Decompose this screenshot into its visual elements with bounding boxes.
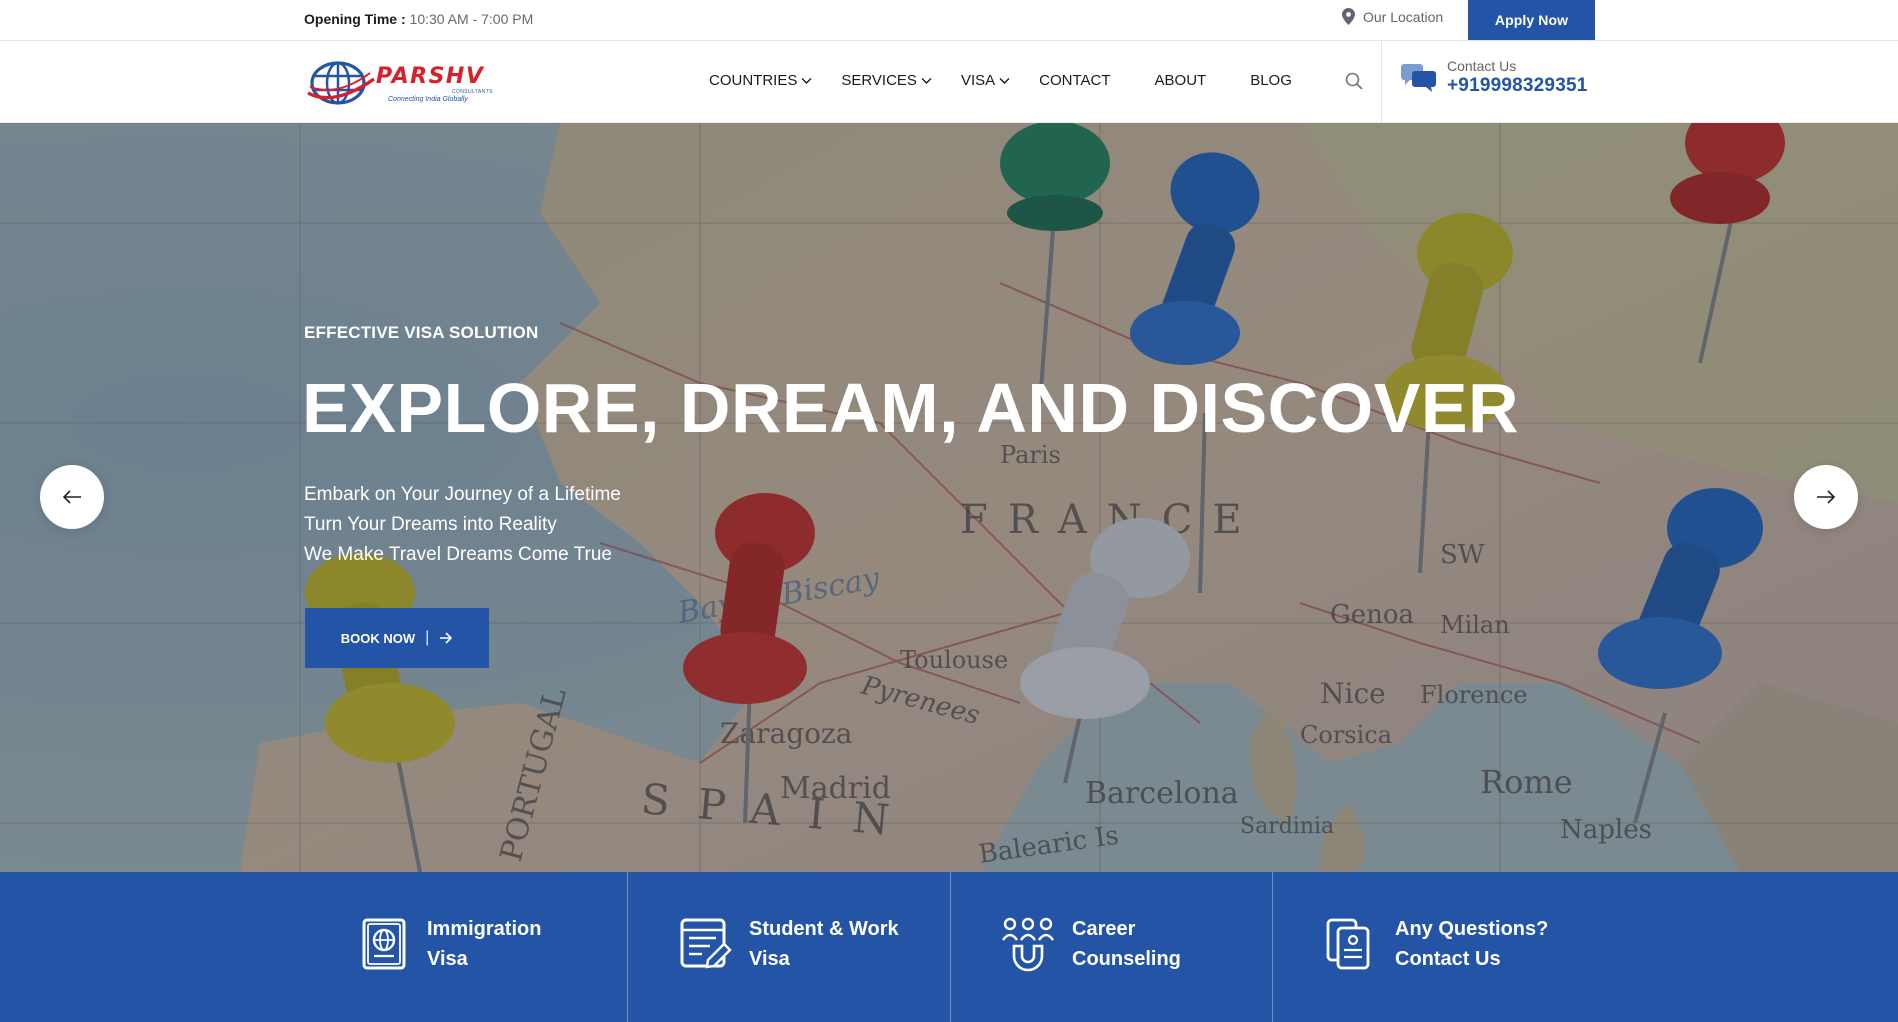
globe-logo-icon [307, 61, 375, 105]
feature-career-counseling[interactable]: Career Counseling [998, 872, 1268, 1022]
passport-icon [362, 918, 406, 970]
map-pin-icon [1342, 8, 1355, 25]
logo[interactable]: PARSHV CONSULTANTS Connecting India Glob… [304, 59, 500, 107]
nav-item-label: VISA [960, 72, 996, 89]
feature-title: Career Counseling [1072, 914, 1181, 974]
book-now-label: BOOK NOW [340, 630, 416, 646]
book-now-button[interactable]: BOOK NOW | [305, 608, 489, 668]
feature-line1: Career [1072, 918, 1136, 940]
feature-line1: Student & Work [749, 918, 899, 940]
career-group-icon [1002, 917, 1054, 972]
header-divider [1381, 41, 1382, 123]
nav-item-label: CONTACT [1039, 72, 1111, 89]
opening-time-label: Opening Time : [304, 11, 406, 27]
top-bar: Opening Time : 10:30 AM - 7:00 PM Our Lo… [0, 0, 1898, 41]
nav-item-blog[interactable]: BLOG [1250, 72, 1292, 89]
chevron-down-icon [999, 78, 1010, 84]
feature-line2: Counseling [1072, 948, 1181, 970]
site-header: PARSHV CONSULTANTS Connecting India Glob… [0, 41, 1898, 123]
hero-overlay [0, 123, 1898, 872]
contact-phone[interactable]: +919998329351 [1447, 75, 1588, 97]
hero-line: Turn Your Dreams into Reality [304, 514, 557, 535]
location-link[interactable]: Our Location [1342, 8, 1443, 25]
nav-item-label: COUNTRIES [709, 72, 798, 89]
location-label: Our Location [1363, 8, 1444, 25]
hero-line: We Make Travel Dreams Come True [304, 544, 612, 565]
feature-divider [627, 872, 628, 1022]
feature-line2: Visa [427, 948, 468, 970]
hero-description: Embark on Your Journey of a Lifetime Tur… [304, 480, 621, 570]
nav-item-about[interactable]: ABOUT [1155, 72, 1207, 89]
apply-now-button[interactable]: Apply Now [1468, 0, 1595, 40]
feature-line2: Visa [749, 948, 790, 970]
chevron-down-icon [921, 78, 932, 84]
hero-slider: FRANCE SPAIN Madrid Zaragoza Barcelona C… [0, 123, 1898, 872]
search-icon[interactable] [1344, 71, 1364, 91]
feature-contact-us[interactable]: Any Questions? Contact Us [1320, 872, 1620, 1022]
opening-time-value: 10:30 AM - 7:00 PM [409, 11, 534, 27]
chat-bubbles-icon [1401, 63, 1436, 92]
nav-item-visa[interactable]: VISA [961, 72, 1011, 89]
document-pen-icon [680, 918, 732, 969]
logo-subtitle: CONSULTANTS [452, 89, 493, 95]
feature-title: Immigration Visa [427, 914, 541, 974]
button-separator: | [425, 629, 430, 646]
hero-headline: EXPLORE, DREAM, AND DISCOVER [302, 369, 1520, 447]
opening-time: Opening Time : 10:30 AM - 7:00 PM [304, 11, 533, 27]
nav-item-countries[interactable]: COUNTRIES [709, 72, 813, 89]
nav-item-label: BLOG [1250, 72, 1292, 89]
feature-line2: Contact Us [1395, 948, 1501, 970]
arrow-right-icon [440, 632, 453, 644]
feature-title: Student & Work Visa [749, 914, 899, 974]
feature-divider [1272, 872, 1273, 1022]
feature-immigration-visa[interactable]: Immigration Visa [356, 872, 626, 1022]
arrow-right-icon [1817, 490, 1836, 504]
slider-next-button[interactable] [1794, 465, 1858, 529]
arrow-left-icon [62, 490, 81, 504]
feature-student-work-visa[interactable]: Student & Work Visa [676, 872, 946, 1022]
feature-divider [950, 872, 951, 1022]
slider-prev-button[interactable] [40, 465, 104, 529]
contact-label: Contact Us [1447, 58, 1517, 74]
feature-line1: Any Questions? [1395, 918, 1549, 940]
logo-tagline: Connecting India Globally [388, 96, 468, 103]
hero-eyebrow: EFFECTIVE VISA SOLUTION [304, 323, 539, 342]
nav-item-label: SERVICES [841, 72, 917, 89]
nav-item-services[interactable]: SERVICES [841, 72, 933, 89]
nav-item-contact[interactable]: CONTACT [1039, 72, 1110, 89]
feature-line1: Immigration [427, 918, 542, 940]
nav-item-label: ABOUT [1154, 72, 1207, 89]
contact-us-block[interactable]: Contact Us +919998329351 [1401, 58, 1588, 97]
features-strip: Immigration Visa Student & Work Visa Car… [0, 872, 1898, 1022]
main-nav: COUNTRIES SERVICES VISA CONTACT ABOUT BL… [709, 72, 1320, 89]
feature-title: Any Questions? Contact Us [1395, 914, 1548, 974]
contact-card-icon [1326, 918, 1370, 970]
logo-brand: PARSHV [376, 64, 485, 89]
chevron-down-icon [801, 78, 812, 84]
hero-line: Embark on Your Journey of a Lifetime [304, 484, 621, 505]
